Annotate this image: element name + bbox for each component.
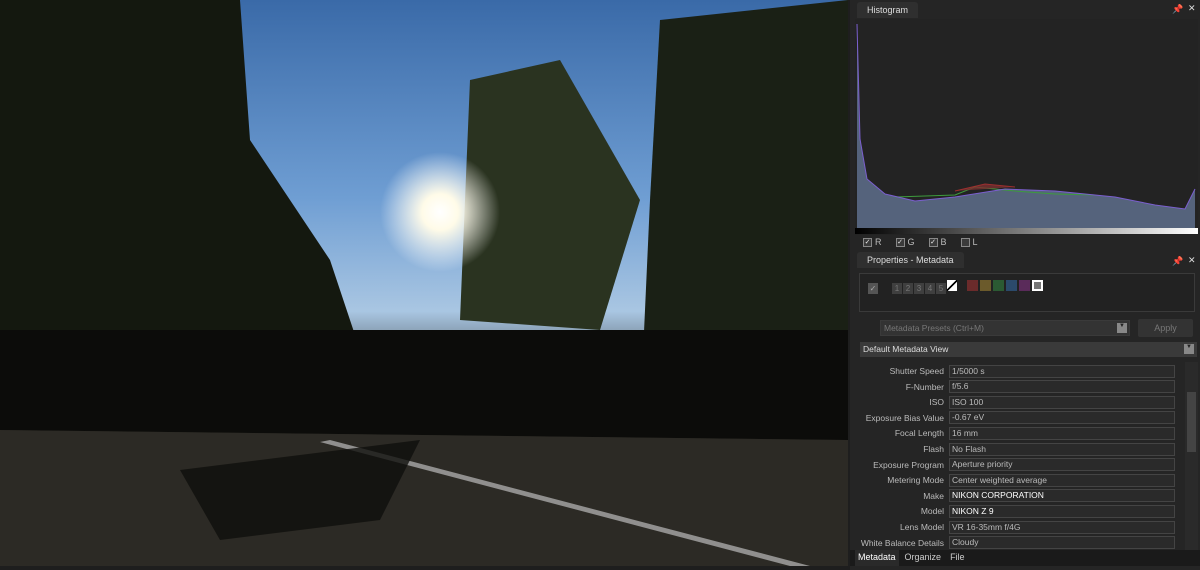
metadata-value-field[interactable]: Cloudy <box>949 536 1175 550</box>
rating-4[interactable]: 4 <box>925 283 935 294</box>
metadata-row: ISO ISO 100 <box>860 395 1175 409</box>
tab-histogram[interactable]: Histogram <box>857 2 919 18</box>
metadata-presets-dropdown[interactable]: Metadata Presets (Ctrl+M) ▼ <box>880 320 1130 336</box>
image-viewer[interactable] <box>0 0 848 566</box>
clear-rating-icon[interactable] <box>947 280 957 291</box>
metadata-value-field[interactable]: Center weighted average <box>949 473 1175 487</box>
metadata-row: Focal Length 16 mm <box>860 426 1175 440</box>
metadata-row: Metering Mode Center weighted average <box>860 473 1175 487</box>
metadata-row: Lens Model VR 16-35mm f/4G <box>860 520 1175 534</box>
metadata-value-field[interactable]: NIKON CORPORATION <box>949 489 1175 503</box>
metadata-row: White Balance Details Cloudy <box>860 536 1175 550</box>
metadata-label: Shutter Speed <box>889 366 944 376</box>
channel-g-checkbox[interactable]: ✓ G <box>895 237 915 247</box>
scrollbar-thumb[interactable] <box>1187 392 1196 452</box>
metadata-row: F-Number f/5.6 <box>860 380 1175 394</box>
metadata-row: Flash No Flash <box>860 442 1175 456</box>
metadata-row: Make NIKON CORPORATION <box>860 489 1175 503</box>
apply-button[interactable]: Apply <box>1138 319 1193 337</box>
metadata-label: Flash <box>923 444 944 454</box>
color-label-blue[interactable] <box>1006 280 1017 291</box>
rating-label-box: ✓ 1 2 3 4 5 <box>859 273 1195 312</box>
metadata-view-dropdown[interactable]: Default Metadata View ▼ <box>860 342 1197 357</box>
rating-2[interactable]: 2 <box>903 283 913 294</box>
metadata-label: Metering Mode <box>887 475 944 486</box>
tag-checkbox[interactable]: ✓ <box>868 283 878 294</box>
rating-3[interactable]: 3 <box>914 283 924 294</box>
pin-icon[interactable]: 📌 <box>1172 256 1183 267</box>
metadata-value-field[interactable]: f/5.6 <box>949 380 1175 394</box>
color-label-red[interactable] <box>967 280 978 291</box>
metadata-label: Focal Length <box>894 428 944 439</box>
color-label-green[interactable] <box>993 280 1004 291</box>
metadata-value-field[interactable]: NIKON Z 9 <box>949 504 1175 518</box>
color-label-purple[interactable] <box>1019 280 1030 291</box>
metadata-row: Shutter Speed 1/5000 s <box>860 364 1175 378</box>
tab-properties-metadata[interactable]: Properties - Metadata <box>857 252 964 268</box>
tab-metadata[interactable]: Metadata <box>855 550 899 566</box>
metadata-value-field[interactable]: 1/5000 s <box>949 364 1175 378</box>
rating-1[interactable]: 1 <box>892 283 902 294</box>
metadata-label: ISO <box>929 397 944 408</box>
metadata-label: Model <box>920 506 944 517</box>
scrollbar[interactable] <box>1185 362 1198 550</box>
chevron-down-icon: ▼ <box>1117 323 1127 333</box>
metadata-value-field[interactable]: ISO 100 <box>949 395 1175 409</box>
metadata-label: Exposure Program <box>873 459 944 470</box>
metadata-value-field[interactable]: VR 16-35mm f/4G <box>949 520 1175 534</box>
rating-5[interactable]: 5 <box>936 283 946 294</box>
chevron-down-icon: ▼ <box>1184 344 1194 354</box>
channel-l-checkbox[interactable]: L <box>960 237 978 247</box>
histogram-graph <box>855 19 1198 235</box>
metadata-label: Make <box>923 490 944 501</box>
metadata-label: F-Number <box>905 381 944 392</box>
close-icon[interactable]: ✕ <box>1188 255 1196 266</box>
pin-icon[interactable]: 📌 <box>1172 4 1183 15</box>
metadata-value-field[interactable]: 16 mm <box>949 426 1175 440</box>
color-label-none[interactable] <box>1032 280 1043 291</box>
metadata-row: Model NIKON Z 9 <box>860 504 1175 518</box>
tab-file[interactable]: File <box>947 550 968 566</box>
metadata-label: Exposure Bias Value <box>865 412 944 423</box>
metadata-value-field[interactable]: No Flash <box>949 442 1175 456</box>
channel-r-checkbox[interactable]: ✓ R <box>863 237 882 247</box>
metadata-label: Lens Model <box>900 522 944 532</box>
metadata-label: White Balance Details <box>860 537 944 548</box>
metadata-row: Exposure Bias Value -0.67 eV <box>860 411 1175 425</box>
tab-organize[interactable]: Organize <box>902 550 945 566</box>
channel-b-checkbox[interactable]: ✓ B <box>928 237 947 247</box>
metadata-value-field[interactable]: Aperture priority <box>949 458 1175 472</box>
metadata-row: Exposure Program Aperture priority <box>860 458 1175 472</box>
color-label-yellow[interactable] <box>980 280 991 291</box>
metadata-value-field[interactable]: -0.67 eV <box>949 411 1175 425</box>
photo-canvas <box>0 0 848 566</box>
close-icon[interactable]: ✕ <box>1188 3 1196 14</box>
